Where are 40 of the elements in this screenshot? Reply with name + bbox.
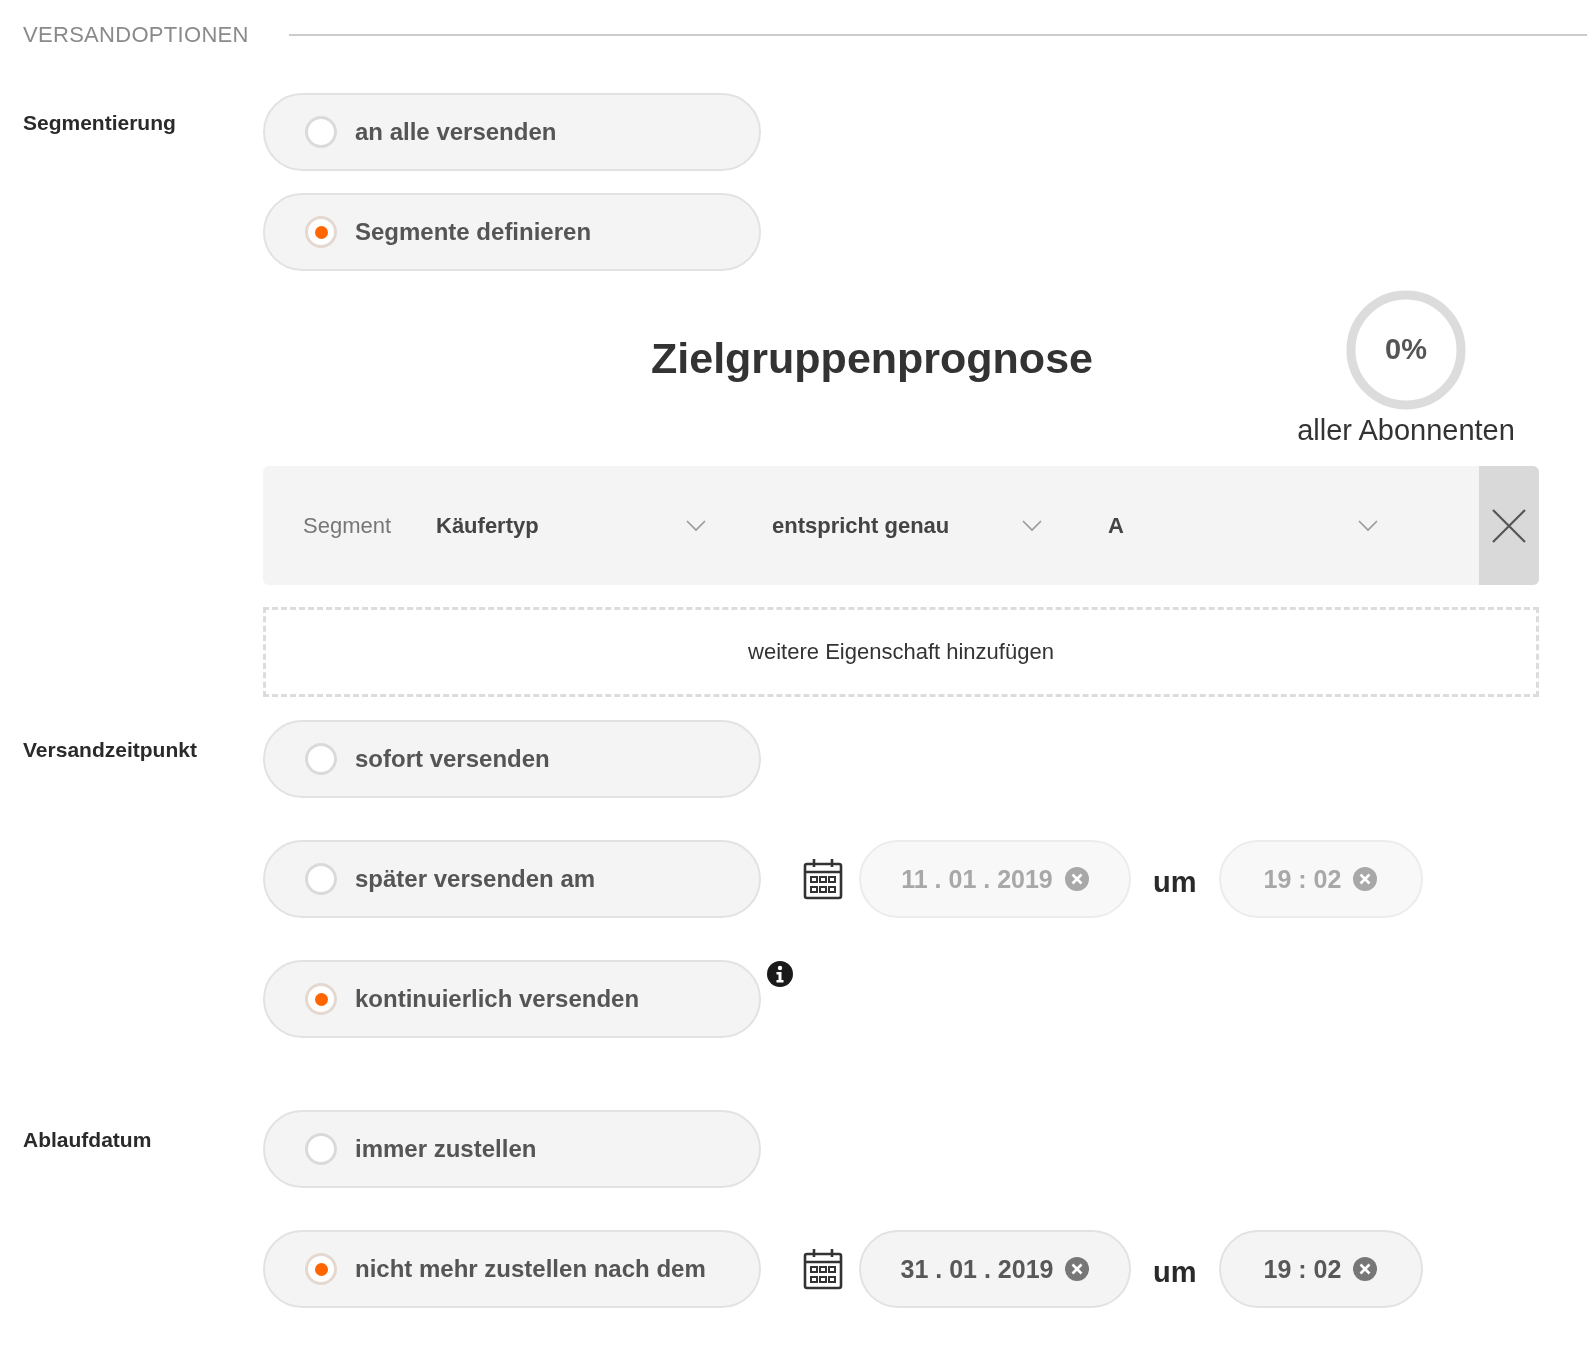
clear-icon[interactable] — [1065, 1257, 1090, 1281]
calendar-icon[interactable] — [803, 1248, 843, 1290]
chevron-down-icon — [1358, 519, 1378, 532]
dropdown[interactable]: Käufertyp — [436, 512, 706, 539]
radio-option[interactable]: später versenden am — [263, 840, 761, 918]
forecast-caption: aller Abonnenten — [1297, 414, 1515, 447]
calendar-icon[interactable] — [803, 858, 843, 900]
add-property-button[interactable]: weitere Eigenschaft hinzufügen — [263, 607, 1539, 697]
radio-button[interactable] — [305, 1253, 337, 1285]
radio-button[interactable] — [305, 116, 337, 148]
connector-text: um — [1153, 865, 1197, 899]
radio-option[interactable]: nicht mehr zustellen nach dem — [263, 1230, 761, 1308]
group-label: Segmentierung — [22, 110, 177, 136]
chevron-down-icon — [1022, 519, 1042, 532]
forecast-title: Zielgruppenprognose — [650, 334, 1094, 384]
radio-button[interactable] — [305, 743, 337, 775]
radio-button[interactable] — [305, 983, 337, 1015]
radio-option[interactable]: Segmente definieren — [263, 193, 761, 271]
dropdown[interactable]: entspricht genau — [772, 512, 1042, 539]
time-field[interactable]: 19 : 02 — [1218, 1230, 1423, 1308]
radio-option[interactable]: sofort versenden — [263, 720, 761, 798]
radio-button[interactable] — [305, 216, 337, 248]
close-icon — [1492, 508, 1526, 543]
section-title: VERSANDOPTIONEN — [23, 22, 249, 48]
percentage-value: 0% — [1384, 333, 1428, 366]
radio-option[interactable]: an alle versenden — [263, 93, 761, 171]
radio-button[interactable] — [305, 1133, 337, 1165]
info-icon[interactable] — [766, 960, 794, 988]
group-label: Ablaufdatum — [22, 1127, 153, 1153]
remove-button[interactable] — [1479, 466, 1539, 585]
radio-option[interactable]: kontinuierlich versenden — [263, 960, 761, 1038]
dropdown[interactable]: A — [1108, 512, 1378, 539]
connector-text: um — [1153, 1255, 1197, 1289]
segment-label: Segment — [302, 512, 393, 539]
group-label: Versandzeitpunkt — [22, 737, 198, 763]
radio-option[interactable]: immer zustellen — [263, 1110, 761, 1188]
date-field[interactable]: 31 . 01 . 2019 — [859, 1230, 1131, 1308]
chevron-down-icon — [686, 519, 706, 532]
radio-button[interactable] — [305, 863, 337, 895]
clear-icon[interactable] — [1353, 1257, 1378, 1281]
